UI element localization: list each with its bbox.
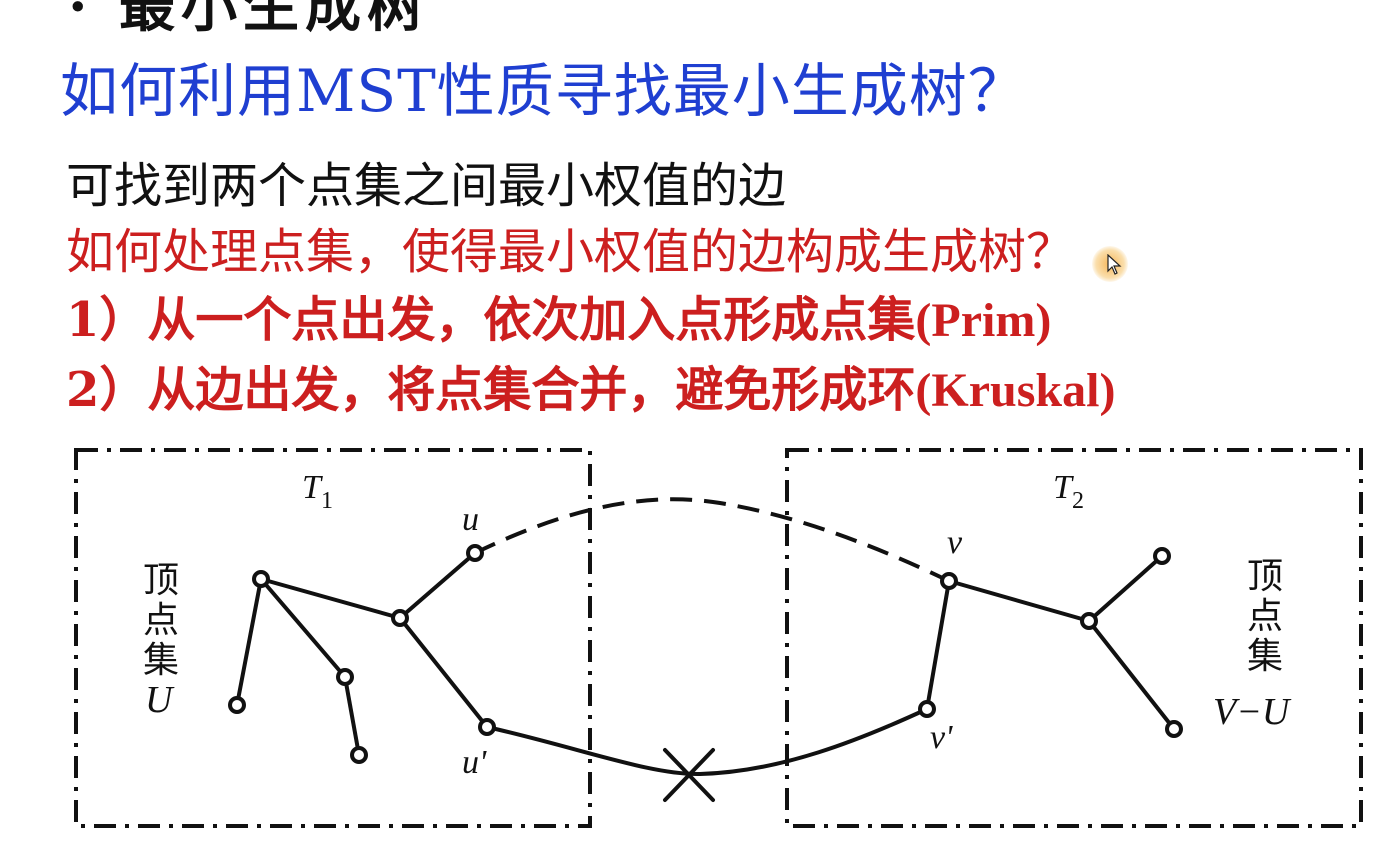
right-set-symbol: V−U xyxy=(1213,691,1292,733)
right-set-char-1: 顶 xyxy=(1247,556,1283,596)
mouse-pointer-icon xyxy=(1107,254,1122,275)
mst-cut-diagram: T 1 T 2 u u' v v' 顶 点 集 U 顶 点 集 V−U xyxy=(74,448,1363,828)
tree-t1-subscript: 1 xyxy=(321,488,333,514)
left-set-char-3: 集 xyxy=(143,640,179,680)
left-set-symbol: U xyxy=(145,679,175,721)
tree-t2-subscript: 2 xyxy=(1072,488,1084,514)
tree-t2-edges xyxy=(925,554,1176,731)
vertex-u-prime-label: u' xyxy=(462,744,487,781)
right-set-char-3: 集 xyxy=(1247,636,1283,676)
tree-t1-edges xyxy=(235,551,489,757)
tree-t1-label: T xyxy=(302,469,323,506)
vertex-v-prime-label: v' xyxy=(930,719,953,756)
right-set-char-2: 点 xyxy=(1247,596,1283,636)
solid-edge-u-prime-v-prime xyxy=(486,707,928,777)
left-set-char-1: 顶 xyxy=(143,560,179,600)
dashed-edge-u-v xyxy=(474,497,950,583)
left-set-char-2: 点 xyxy=(143,600,179,640)
tree-t2-label: T xyxy=(1053,469,1074,506)
vertex-v-label: v xyxy=(947,524,963,561)
vertex-u-label: u xyxy=(462,501,479,538)
vertices xyxy=(228,544,1183,764)
